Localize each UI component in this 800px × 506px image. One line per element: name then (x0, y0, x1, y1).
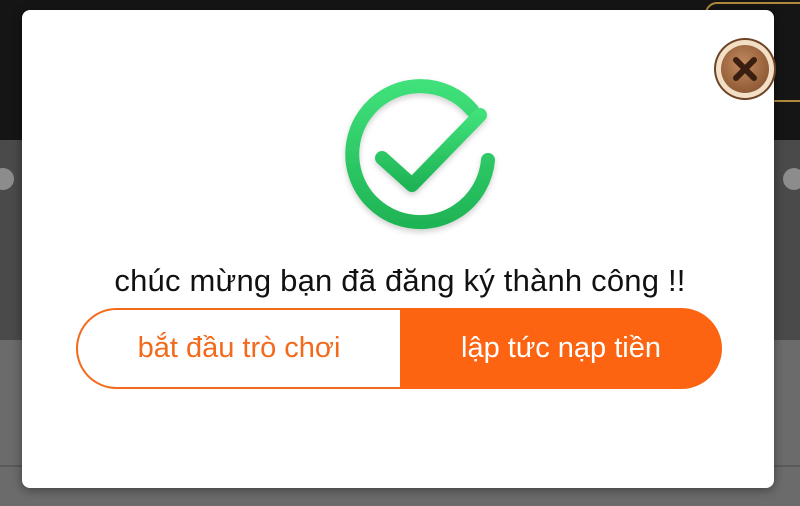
background-decoration-right (783, 168, 800, 190)
close-icon (714, 38, 776, 100)
check-circle-icon (330, 70, 510, 250)
success-message: chúc mừng bạn đã đăng ký thành công !! (114, 263, 686, 298)
start-game-button[interactable]: bắt đầu trò chơi (76, 308, 400, 389)
action-button-group: bắt đầu trò chơi lập tức nạp tiền (76, 308, 722, 389)
success-modal (22, 10, 776, 488)
deposit-now-button[interactable]: lập tức nạp tiền (400, 308, 722, 389)
close-button[interactable] (712, 36, 778, 102)
